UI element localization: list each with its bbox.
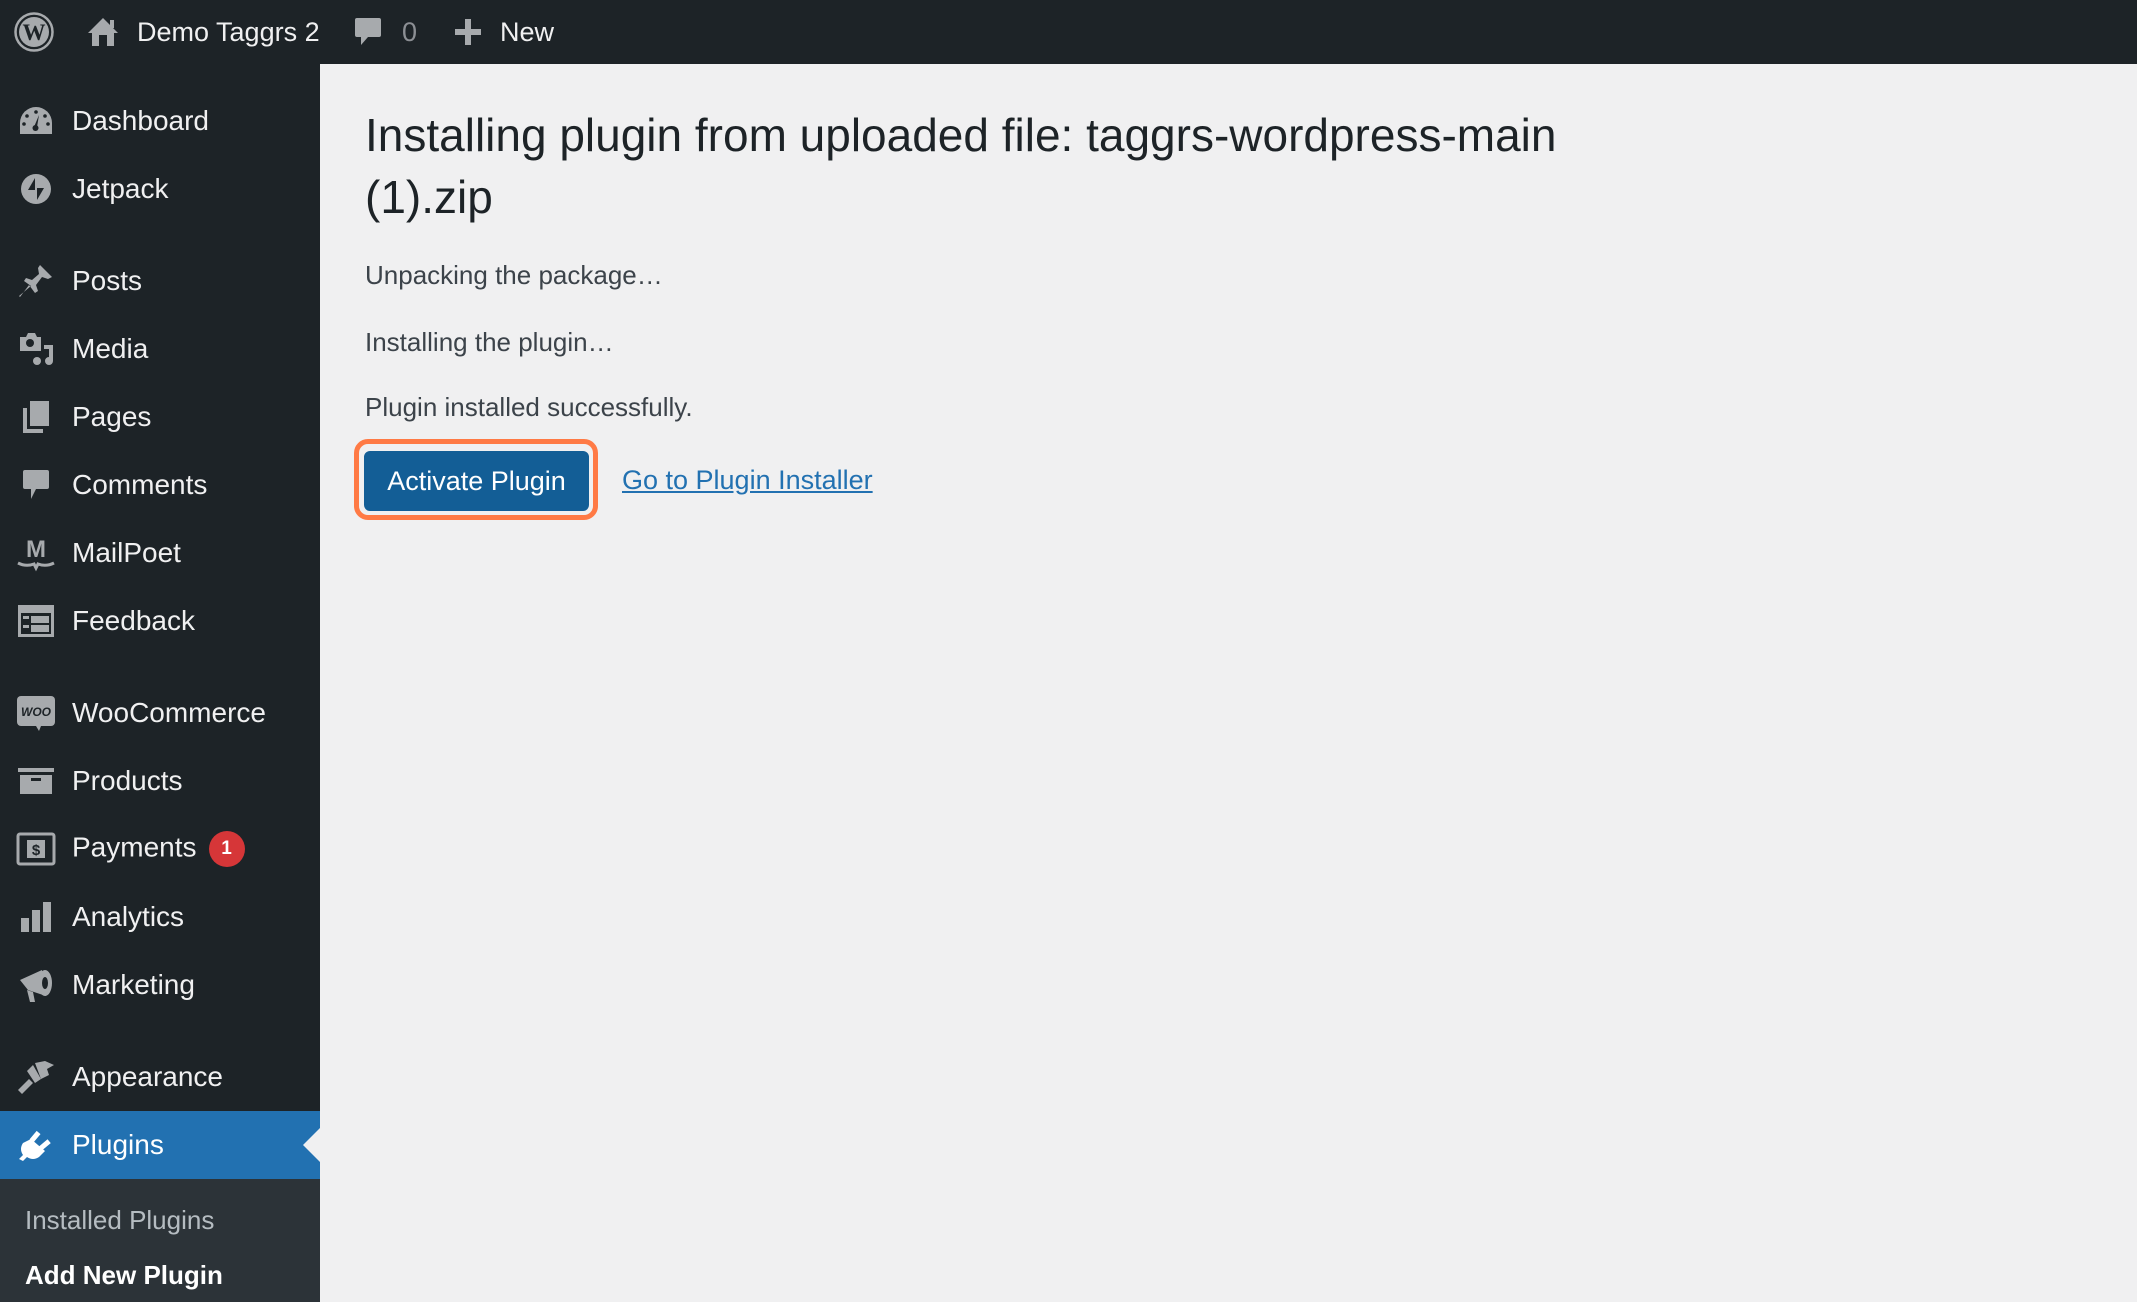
plug-icon	[16, 1127, 56, 1163]
sidebar-item-label: Marketing	[72, 969, 195, 1000]
sidebar-item-appearance[interactable]: Appearance	[0, 1043, 320, 1111]
sidebar-item-comments[interactable]: Comments	[0, 451, 320, 519]
pages-icon	[16, 399, 56, 435]
sidebar-item-pages[interactable]: Pages	[0, 383, 320, 451]
mailpoet-icon: M	[16, 535, 56, 572]
sidebar-item-label: Comments	[72, 469, 208, 500]
comments-link[interactable]: 0	[354, 0, 417, 64]
pushpin-icon	[16, 263, 56, 299]
submenu-item-installed-plugins[interactable]: Installed Plugins	[25, 1205, 214, 1236]
sidebar-item-dashboard[interactable]: Dashboard	[0, 87, 320, 155]
submenu-item-add-new-plugin[interactable]: Add New Plugin	[25, 1260, 223, 1291]
plugins-submenu: Installed Plugins Add New Plugin	[0, 1179, 320, 1302]
wordpress-logo-button[interactable]: W	[14, 0, 54, 64]
comments-count: 0	[402, 16, 418, 47]
sidebar-item-marketing[interactable]: Marketing	[0, 951, 320, 1019]
sidebar-item-label: MailPoet	[72, 537, 181, 568]
feedback-form-icon	[16, 603, 56, 639]
new-content-button[interactable]: New	[454, 0, 554, 64]
sidebar-item-label: Dashboard	[72, 105, 209, 136]
sidebar-item-label: Posts	[72, 265, 143, 296]
page-title: Installing plugin from uploaded file: ta…	[365, 109, 1557, 223]
activate-plugin-button[interactable]: Activate Plugin	[364, 451, 589, 511]
admin-sidebar: Dashboard Jetpack Posts Media Pages Comm…	[0, 64, 320, 1302]
media-camera-music-icon	[16, 331, 56, 367]
sidebar-item-label: WooCommerce	[72, 697, 266, 728]
sidebar-item-label: Feedback	[72, 605, 195, 636]
sidebar-item-plugins[interactable]: Plugins	[0, 1111, 320, 1179]
sidebar-item-products[interactable]: Products	[0, 747, 320, 815]
status-message-success: Plugin installed successfully.	[365, 392, 693, 422]
sidebar-item-label: Jetpack	[72, 173, 169, 204]
status-message-unpacking: Unpacking the package…	[365, 260, 663, 290]
current-menu-arrow	[303, 1128, 320, 1162]
sidebar-item-payments[interactable]: $ Payments 1	[0, 815, 320, 883]
main-content: Installing plugin from uploaded file: ta…	[320, 64, 2137, 1302]
svg-text:$: $	[32, 842, 41, 859]
archive-box-icon	[16, 763, 56, 799]
site-name: Demo Taggrs 2	[137, 16, 320, 47]
plus-icon	[455, 19, 481, 45]
sidebar-item-label: Pages	[72, 401, 152, 432]
sidebar-item-media[interactable]: Media	[0, 315, 320, 383]
svg-text:M: M	[26, 536, 46, 563]
admin-bar: W Demo Taggrs 2 0 New	[0, 0, 2137, 64]
sidebar-item-label: Media	[72, 333, 149, 364]
payments-label: Payments	[72, 831, 197, 863]
sidebar-item-label: Appearance	[72, 1061, 224, 1092]
sidebar-item-woocommerce[interactable]: WOO WooCommerce	[0, 679, 320, 747]
dashboard-gauge-icon	[16, 103, 56, 139]
comment-bubble-icon	[16, 467, 56, 503]
sidebar-item-jetpack[interactable]: Jetpack	[0, 155, 320, 223]
sidebar-item-label: Payments 1	[72, 831, 245, 867]
paintbrush-icon	[16, 1059, 56, 1095]
woo-icon: WOO	[16, 695, 56, 731]
home-icon	[88, 18, 118, 46]
sidebar-item-analytics[interactable]: Analytics	[0, 883, 320, 951]
sidebar-item-feedback[interactable]: Feedback	[0, 587, 320, 655]
sidebar-item-label: Analytics	[72, 901, 185, 932]
jetpack-bolt-icon	[16, 171, 56, 207]
sidebar-item-posts[interactable]: Posts	[0, 247, 320, 315]
go-to-plugin-installer-link[interactable]: Go to Plugin Installer	[622, 465, 873, 496]
sidebar-item-mailpoet[interactable]: M MailPoet	[0, 519, 320, 587]
comment-bubble-icon	[355, 18, 381, 45]
status-message-installing: Installing the plugin…	[365, 327, 614, 357]
site-name-link[interactable]: Demo Taggrs 2	[86, 0, 320, 64]
notification-badge: 1	[208, 831, 245, 867]
bar-chart-icon	[16, 899, 56, 935]
svg-text:W: W	[23, 20, 46, 45]
svg-text:WOO: WOO	[21, 705, 52, 719]
new-label: New	[500, 16, 555, 47]
megaphone-icon	[16, 967, 56, 1003]
wordpress-logo-icon: W	[14, 12, 54, 52]
dollar-bill-icon: $	[16, 831, 56, 867]
sidebar-item-label: Plugins	[72, 1129, 164, 1160]
sidebar-item-label: Products	[72, 765, 183, 796]
